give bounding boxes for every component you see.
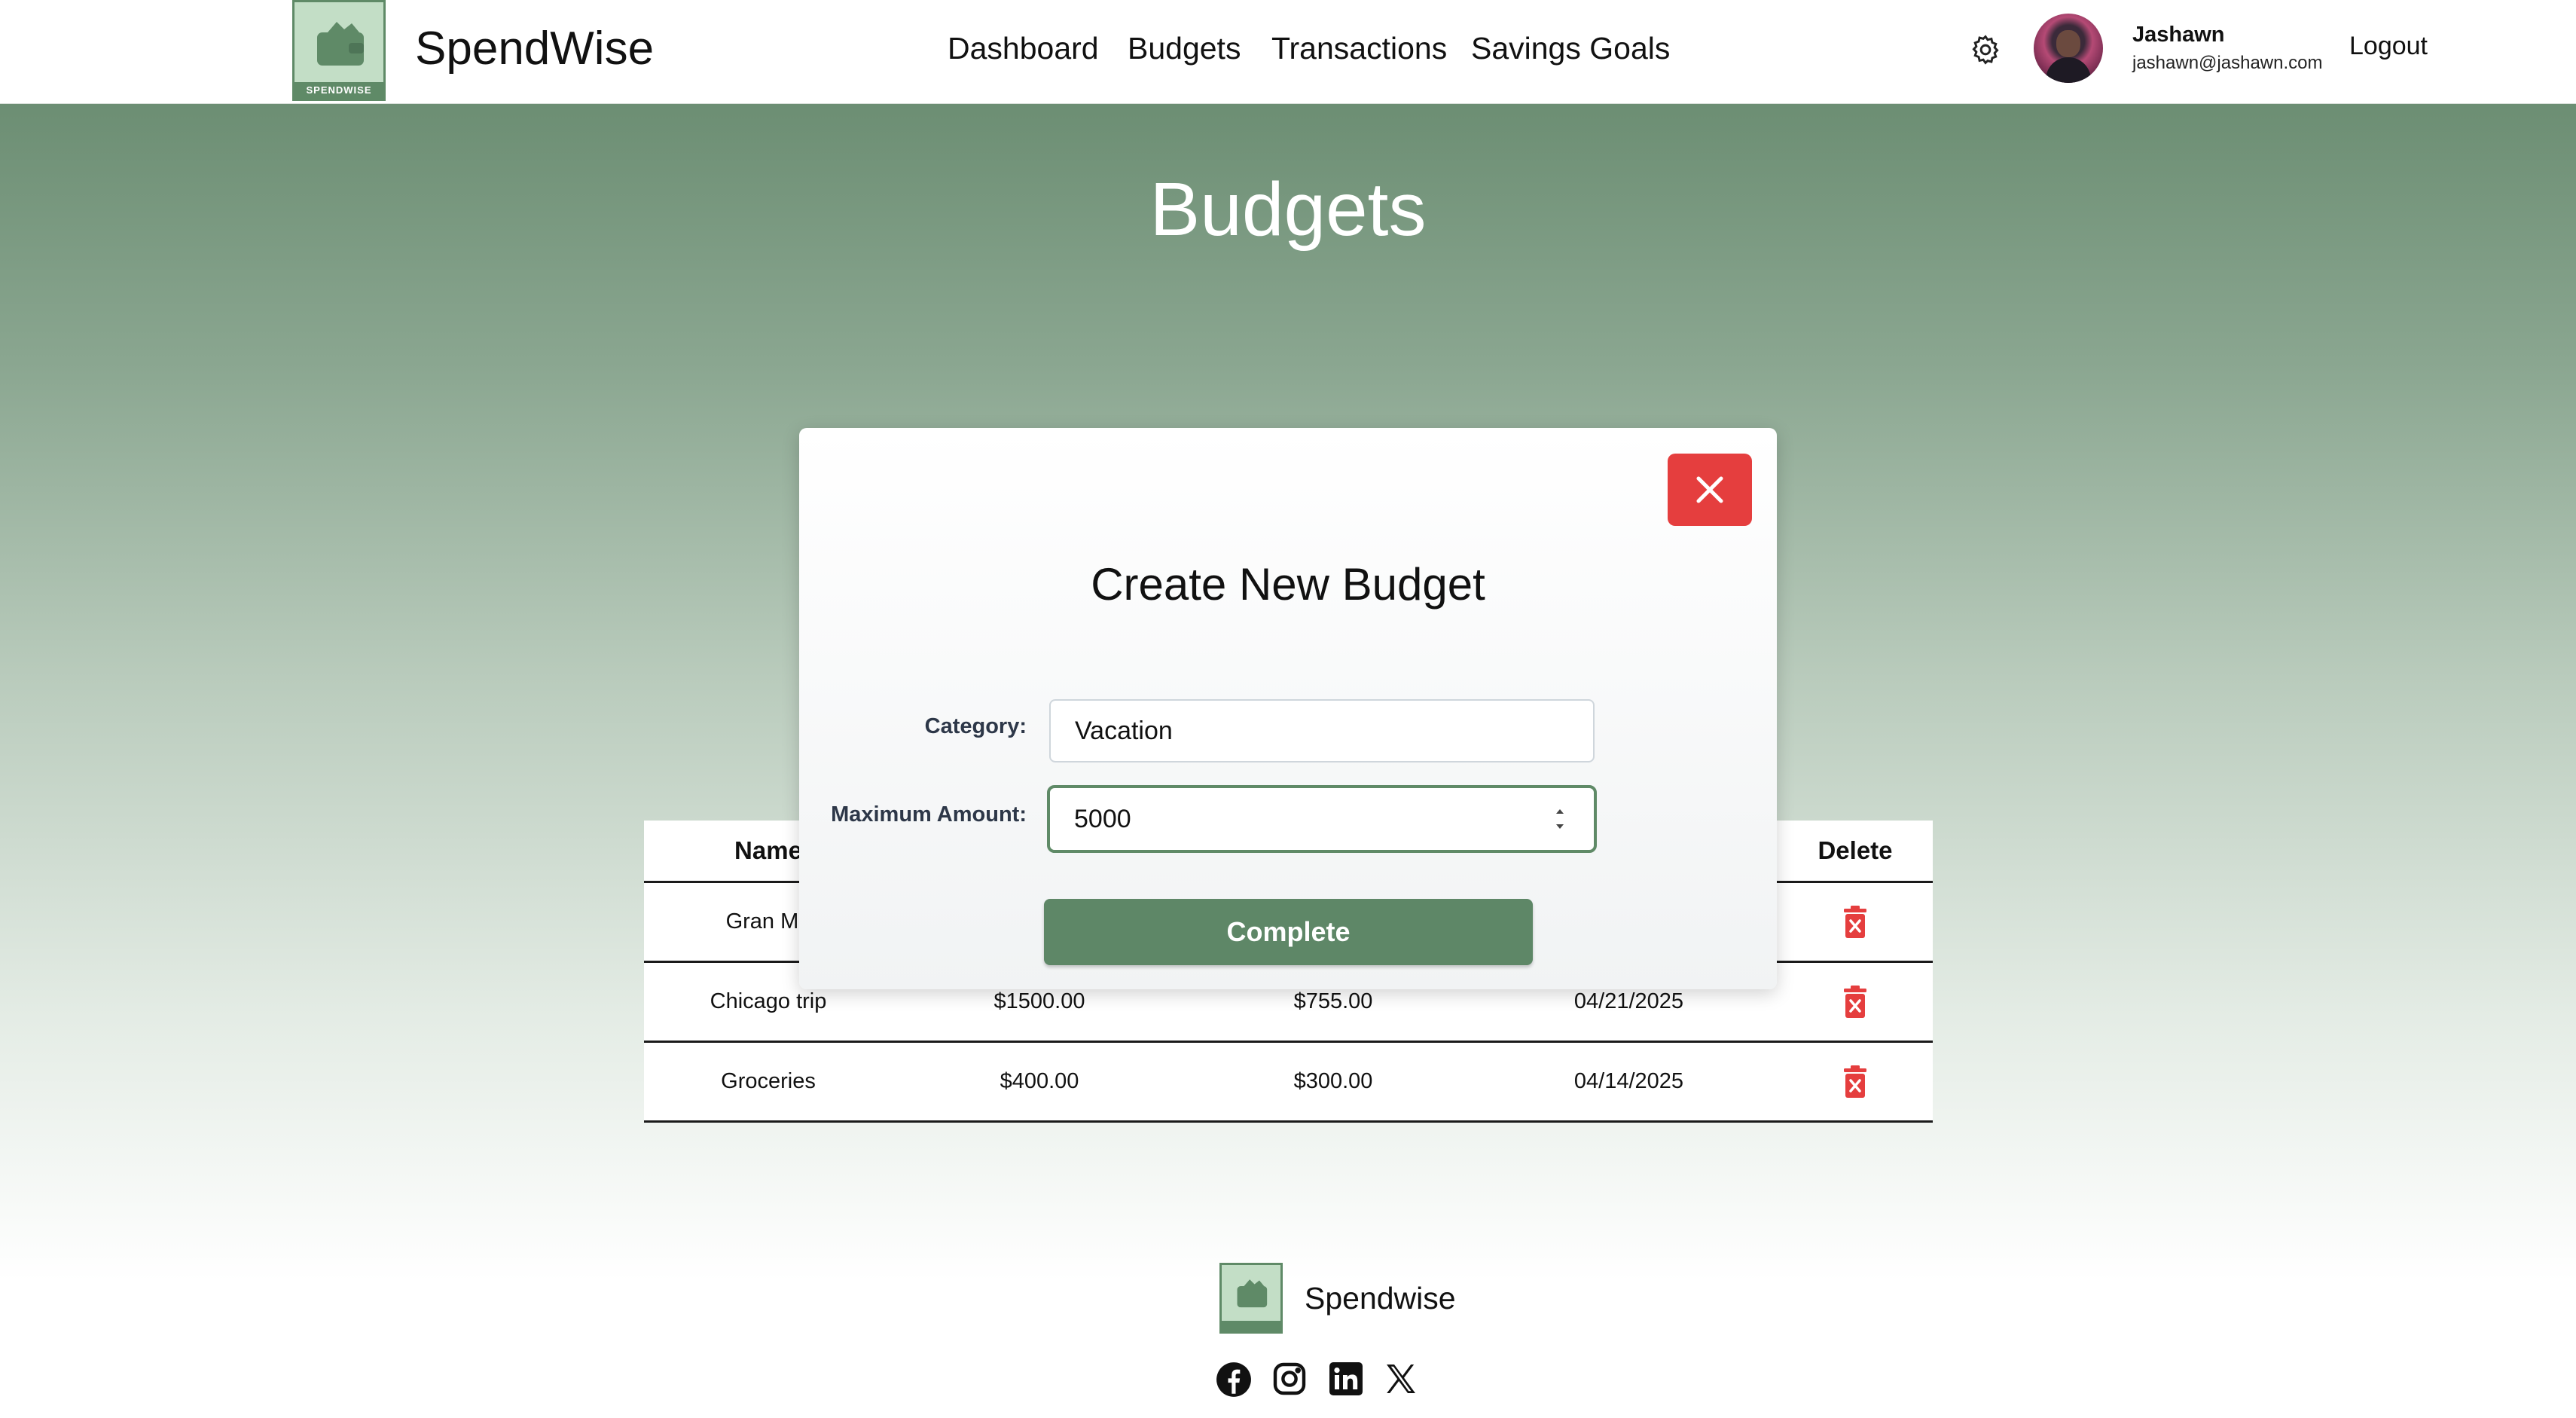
delete-button[interactable] bbox=[1778, 963, 1933, 1041]
top-navbar: SPENDWISE SpendWise Dashboard Budgets Tr… bbox=[0, 0, 2576, 104]
complete-button[interactable]: Complete bbox=[1044, 899, 1533, 965]
close-icon bbox=[1696, 476, 1723, 503]
budget-date: 04/14/2025 bbox=[1573, 1069, 1684, 1093]
nav-budgets[interactable]: Budgets bbox=[1128, 27, 1241, 69]
nav-dashboard[interactable]: Dashboard bbox=[948, 27, 1099, 69]
user-name: Jashawn bbox=[2132, 23, 2225, 47]
nav-transactions[interactable]: Transactions bbox=[1271, 27, 1447, 69]
budget-max: $400.00 bbox=[1000, 1069, 1079, 1093]
trash-icon bbox=[1844, 1065, 1866, 1098]
linkedin-icon[interactable] bbox=[1328, 1361, 1364, 1397]
number-stepper-icon[interactable] bbox=[1553, 803, 1567, 835]
footer-logo[interactable] bbox=[1219, 1263, 1283, 1334]
category-label: Category: bbox=[924, 714, 1027, 738]
gear-icon[interactable] bbox=[1969, 33, 2002, 66]
table-row: Groceries $400.00 $300.00 04/14/2025 bbox=[644, 1043, 1933, 1123]
trash-icon bbox=[1844, 905, 1866, 938]
close-button[interactable] bbox=[1668, 454, 1752, 526]
footer-brand: Spendwise bbox=[1305, 1281, 1456, 1316]
budget-spent: $300.00 bbox=[1293, 1069, 1373, 1093]
nav-savings-goals[interactable]: Savings Goals bbox=[1471, 27, 1670, 69]
user-email: jashawn@jashawn.com bbox=[2132, 53, 2323, 73]
logo[interactable]: SPENDWISE bbox=[292, 0, 386, 101]
wallet-icon bbox=[1237, 1279, 1268, 1308]
maximum-amount-label: Maximum Amount: bbox=[831, 802, 1027, 827]
modal-title: Create New Budget bbox=[1091, 559, 1485, 610]
category-input[interactable] bbox=[1049, 699, 1595, 762]
logout-link[interactable]: Logout bbox=[2349, 32, 2428, 61]
instagram-icon[interactable] bbox=[1271, 1361, 1308, 1397]
facebook-icon[interactable] bbox=[1215, 1361, 1253, 1398]
x-icon[interactable] bbox=[1383, 1361, 1419, 1397]
delete-button[interactable] bbox=[1778, 1043, 1933, 1120]
page-title: Budgets bbox=[1149, 167, 1427, 252]
delete-button[interactable] bbox=[1778, 883, 1933, 961]
create-budget-modal: Create New Budget Category: Maximum Amou… bbox=[799, 428, 1777, 989]
column-header-delete: Delete bbox=[1818, 836, 1893, 864]
trash-icon bbox=[1844, 985, 1866, 1018]
avatar[interactable] bbox=[2034, 14, 2103, 83]
logo-text: SPENDWISE bbox=[295, 82, 383, 99]
maximum-amount-input[interactable] bbox=[1047, 785, 1597, 853]
brand-name[interactable]: SpendWise bbox=[415, 21, 654, 77]
wallet-icon bbox=[317, 22, 364, 66]
budget-name: Groceries bbox=[721, 1069, 816, 1093]
